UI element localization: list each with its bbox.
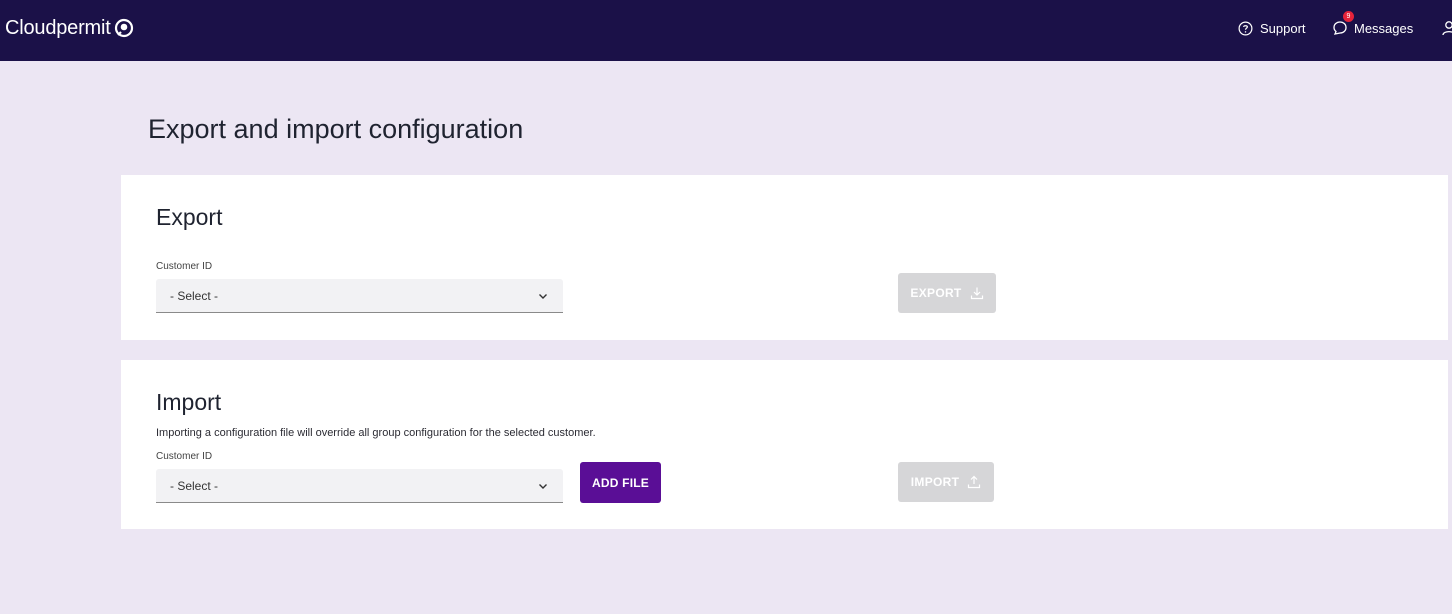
- export-select-value: - Select -: [170, 288, 219, 303]
- import-button[interactable]: IMPORT: [898, 462, 994, 502]
- import-title: Import: [156, 389, 222, 415]
- import-select-value: - Select -: [170, 478, 219, 493]
- brand-logo[interactable]: Cloudpermit: [5, 15, 134, 41]
- messages-label: Messages: [1354, 20, 1414, 36]
- page-title: Export and import configuration: [148, 114, 524, 144]
- chevron-down-icon: [539, 293, 547, 299]
- download-icon: [970, 287, 983, 300]
- brand-name: Cloudpermit: [5, 16, 111, 39]
- import-customer-id-label: Customer ID: [156, 451, 213, 462]
- top-navigation-bar: Cloudpermit Support 9 Messages: [0, 0, 1452, 61]
- import-customer-id-select[interactable]: - Select -: [156, 469, 563, 503]
- import-button-label: IMPORT: [910, 475, 960, 489]
- user-menu[interactable]: [1442, 18, 1452, 38]
- user-icon: [1442, 21, 1452, 36]
- help-circle-icon: [1238, 21, 1253, 35]
- support-link[interactable]: Support: [1238, 18, 1306, 38]
- export-card: Export Customer ID - Select - EXPORT: [121, 175, 1448, 340]
- messages-link[interactable]: 9 Messages: [1332, 11, 1414, 38]
- upload-icon: [968, 475, 981, 489]
- chat-bubble-icon: [1333, 21, 1347, 35]
- import-card: Import Importing a configuration file wi…: [121, 360, 1448, 529]
- import-description: Importing a configuration file will over…: [156, 427, 596, 439]
- add-file-button[interactable]: ADD FILE: [580, 462, 661, 503]
- export-customer-id-select[interactable]: - Select -: [156, 279, 563, 313]
- support-label: Support: [1260, 20, 1306, 36]
- export-button-label: EXPORT: [910, 286, 962, 300]
- chevron-down-icon: [539, 483, 547, 489]
- cloudpermit-logo-icon: [114, 18, 133, 38]
- export-title: Export: [156, 204, 223, 230]
- add-file-label: ADD FILE: [592, 475, 649, 490]
- export-customer-id-label: Customer ID: [156, 261, 213, 272]
- export-button[interactable]: EXPORT: [898, 273, 996, 313]
- messages-count-badge: 9: [1343, 11, 1354, 22]
- messages-icon-wrapper: 9: [1332, 11, 1354, 36]
